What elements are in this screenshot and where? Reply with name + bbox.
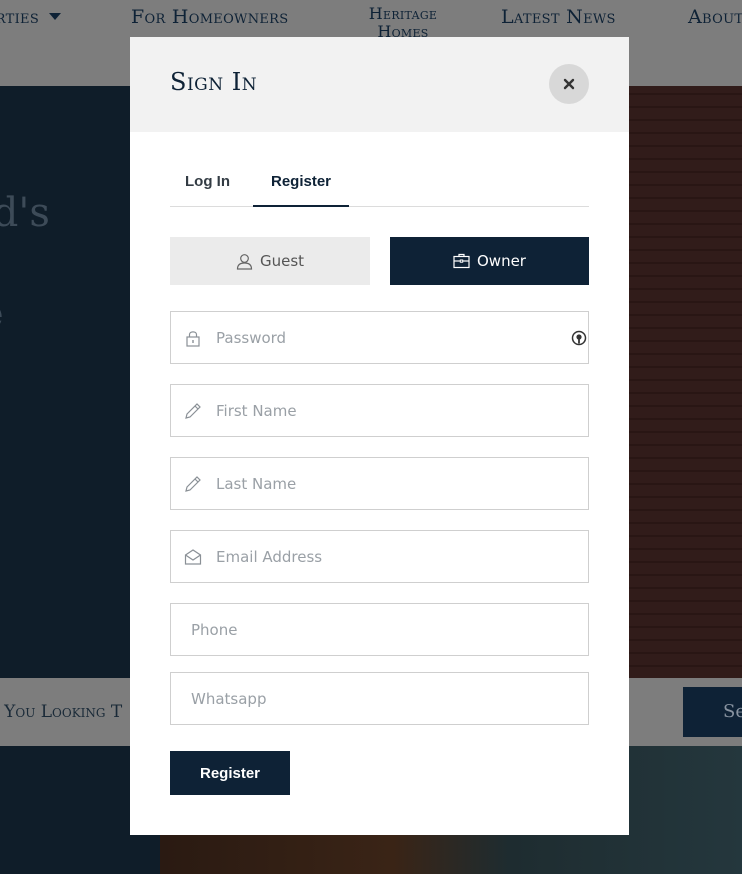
briefcase-icon: [453, 253, 470, 269]
email-input[interactable]: [216, 531, 556, 582]
last-name-input[interactable]: [216, 458, 556, 509]
search-input[interactable]: e You Looking T: [0, 702, 122, 722]
nav-item-for-homeowners[interactable]: For Homeowners: [131, 6, 288, 28]
close-icon: [563, 78, 575, 90]
first-name-input[interactable]: [216, 385, 556, 436]
guest-role-button[interactable]: Guest: [170, 237, 370, 285]
guest-role-label: Guest: [259, 252, 305, 270]
nav-item-about[interactable]: About: [688, 6, 742, 28]
nav-item-properties-label: erties: [0, 6, 40, 28]
password-field: [170, 311, 589, 364]
nav-item-latest-news[interactable]: Latest News: [501, 6, 616, 28]
email-field: [170, 530, 589, 583]
modal-title: Sign In: [170, 68, 258, 96]
password-input[interactable]: [216, 312, 556, 363]
first-name-field: [170, 384, 589, 437]
tab-log-in[interactable]: Log In: [185, 159, 230, 207]
close-button[interactable]: [549, 64, 589, 104]
phone-input[interactable]: [191, 604, 571, 655]
search-button[interactable]: Se: [683, 687, 742, 737]
whatsapp-field: [170, 672, 589, 725]
owner-role-button[interactable]: Owner: [390, 237, 589, 285]
tab-register[interactable]: Register: [253, 159, 349, 207]
modal-header: Sign In: [130, 37, 629, 132]
envelope-icon: [184, 549, 202, 565]
owner-role-label: Owner: [477, 252, 526, 270]
chevron-down-icon: [49, 13, 62, 20]
whatsapp-input[interactable]: [191, 673, 571, 724]
nav-item-properties[interactable]: erties: [0, 6, 62, 28]
password-visibility-icon[interactable]: [571, 330, 587, 346]
auth-tabs: Log In Register: [170, 159, 589, 207]
pencil-icon: [185, 403, 201, 419]
hero-heading-line-1: ld's: [0, 190, 50, 236]
sign-in-modal: Sign In Log In Register Guest Owner Firs…: [130, 37, 629, 835]
lock-icon: [186, 331, 200, 347]
last-name-field: [170, 457, 589, 510]
nav-item-heritage-homes[interactable]: Heritage Homes: [360, 5, 446, 41]
register-button[interactable]: Register: [170, 751, 290, 795]
pencil-icon: [185, 476, 201, 492]
phone-field: [170, 603, 589, 656]
user-icon: [236, 253, 253, 270]
hero-heading-line-2: e: [0, 291, 4, 337]
